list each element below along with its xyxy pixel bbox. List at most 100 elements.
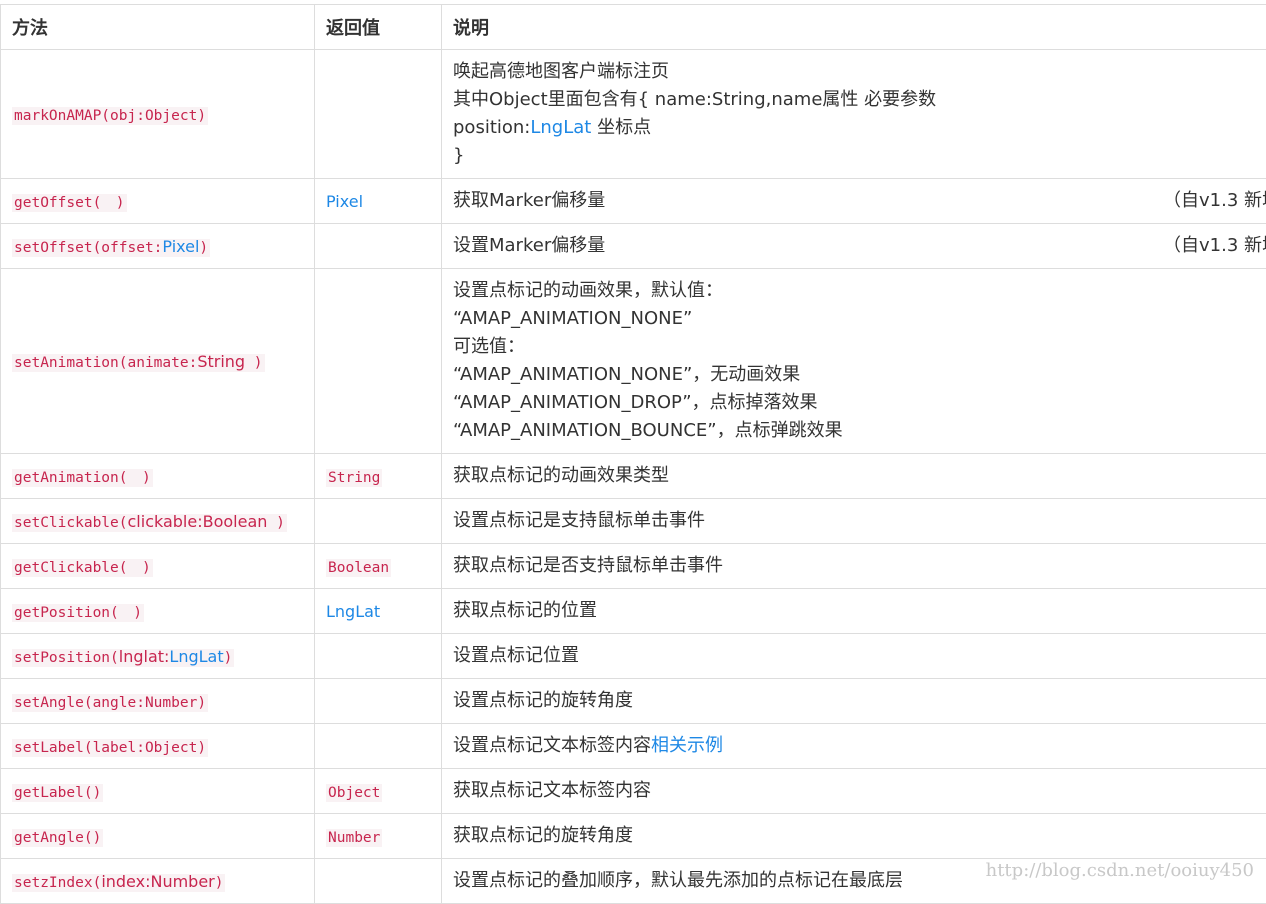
table-row: getPosition( ) LngLat 获取点标记的位置 bbox=[1, 589, 1266, 634]
related-example-link[interactable]: 相关示例 bbox=[651, 735, 723, 756]
description-text: 获取点标记文本标签内容 bbox=[453, 777, 1266, 805]
description-line: “AMAP_ANIMATION_NONE” bbox=[453, 305, 1266, 333]
method-name: setPosition(lnglat:LngLat) bbox=[12, 649, 234, 667]
description-line: 可选值： bbox=[453, 333, 1266, 361]
method-cell: getAngle() bbox=[1, 814, 315, 859]
description-line: } bbox=[453, 142, 1266, 170]
return-cell bbox=[315, 269, 442, 454]
method-cell: setLabel(label:Object) bbox=[1, 724, 315, 769]
header-return: 返回值 bbox=[315, 5, 442, 50]
return-cell bbox=[315, 499, 442, 544]
method-name: getAngle() bbox=[12, 829, 103, 847]
method-cell: getClickable( ) bbox=[1, 544, 315, 589]
method-name: setOffset(offset:Pixel) bbox=[12, 239, 210, 257]
description-cell: 设置点标记位置 bbox=[442, 634, 1266, 679]
table-row: getAnimation( ) String 获取点标记的动画效果类型 bbox=[1, 454, 1266, 499]
description-text: 设置点标记是支持鼠标单击事件 bbox=[453, 507, 1266, 535]
return-cell: String bbox=[315, 454, 442, 499]
method-cell: setOffset(offset:Pixel) bbox=[1, 224, 315, 269]
description-line: “AMAP_ANIMATION_NONE”，无动画效果 bbox=[453, 361, 1266, 389]
method-cell: setzIndex(index:Number) bbox=[1, 859, 315, 904]
table-row: setLabel(label:Object) 设置点标记文本标签内容相关示例 bbox=[1, 724, 1266, 769]
table-row: setPosition(lnglat:LngLat) 设置点标记位置 bbox=[1, 634, 1266, 679]
return-cell bbox=[315, 634, 442, 679]
table-header-row: 方法 返回值 说明 bbox=[1, 5, 1266, 50]
method-name: getPosition( ) bbox=[12, 604, 144, 622]
description-cell: 获取点标记的旋转角度 bbox=[442, 814, 1266, 859]
method-cell: setAngle(angle:Number) bbox=[1, 679, 315, 724]
description-cell: 获取点标记文本标签内容 bbox=[442, 769, 1266, 814]
table-row: getClickable( ) Boolean 获取点标记是否支持鼠标单击事件 bbox=[1, 544, 1266, 589]
return-type-link[interactable]: LngLat bbox=[326, 602, 380, 621]
description-line: “AMAP_ANIMATION_DROP”，点标掉落效果 bbox=[453, 389, 1266, 417]
description-text: 获取点标记是否支持鼠标单击事件 bbox=[453, 552, 1266, 580]
method-name: setAnimation(animate:String ) bbox=[12, 354, 265, 372]
return-type: Boolean bbox=[326, 559, 391, 577]
description-cell: 获取点标记的位置 bbox=[442, 589, 1266, 634]
description-cell: 设置Marker偏移量 （自v1.3 新增 bbox=[442, 224, 1266, 269]
description-text: 获取点标记的旋转角度 bbox=[453, 822, 1266, 850]
description-line: 设置点标记的动画效果，默认值： bbox=[453, 277, 1266, 305]
method-name: getClickable( ) bbox=[12, 559, 153, 577]
description-cell: 设置点标记的动画效果，默认值： “AMAP_ANIMATION_NONE” 可选… bbox=[442, 269, 1266, 454]
method-cell: setClickable(clickable:Boolean ) bbox=[1, 499, 315, 544]
return-cell: Pixel bbox=[315, 179, 442, 224]
method-cell: setPosition(lnglat:LngLat) bbox=[1, 634, 315, 679]
watermark: http://blog.csdn.net/ooiuy450 bbox=[986, 860, 1254, 881]
table-row: setClickable(clickable:Boolean ) 设置点标记是支… bbox=[1, 499, 1266, 544]
method-cell: getPosition( ) bbox=[1, 589, 315, 634]
description-line: 唤起高德地图客户端标注页 bbox=[453, 58, 1266, 86]
description-cell: 获取点标记是否支持鼠标单击事件 bbox=[442, 544, 1266, 589]
description-text: 设置点标记位置 bbox=[453, 642, 1266, 670]
method-name: setAngle(angle:Number) bbox=[12, 694, 208, 712]
table-row: getOffset( ) Pixel 获取Marker偏移量（自v1.3 新增 bbox=[1, 179, 1266, 224]
method-name: setLabel(label:Object) bbox=[12, 739, 208, 757]
table-row: setAngle(angle:Number) 设置点标记的旋转角度 bbox=[1, 679, 1266, 724]
return-cell bbox=[315, 50, 442, 179]
header-description: 说明 bbox=[442, 5, 1266, 50]
method-cell: getLabel() bbox=[1, 769, 315, 814]
return-cell bbox=[315, 224, 442, 269]
description-text: 设置点标记的旋转角度 bbox=[453, 687, 1266, 715]
description-cell: 唤起高德地图客户端标注页 其中Object里面包含有{ name:String,… bbox=[442, 50, 1266, 179]
method-cell: markOnAMAP(obj:Object) bbox=[1, 50, 315, 179]
return-cell: LngLat bbox=[315, 589, 442, 634]
description-text: 获取点标记的动画效果类型 bbox=[453, 462, 1266, 490]
table-row: setOffset(offset:Pixel) 设置Marker偏移量 （自v1.… bbox=[1, 224, 1266, 269]
method-cell: getAnimation( ) bbox=[1, 454, 315, 499]
lnglat-link[interactable]: LngLat bbox=[169, 647, 223, 666]
return-type: Object bbox=[326, 784, 382, 802]
pixel-link[interactable]: Pixel bbox=[162, 237, 199, 256]
return-cell bbox=[315, 679, 442, 724]
table-row: getLabel() Object 获取点标记文本标签内容 bbox=[1, 769, 1266, 814]
description-text: 坐标点 bbox=[591, 117, 651, 138]
description-cell: 获取点标记的动画效果类型 bbox=[442, 454, 1266, 499]
return-type: String bbox=[326, 469, 382, 487]
description-text: 设置Marker偏移量 bbox=[453, 235, 605, 256]
description-text: 获取点标记的位置 bbox=[453, 597, 1266, 625]
description-cell: 设置点标记的旋转角度 bbox=[442, 679, 1266, 724]
description-text: position: bbox=[453, 117, 530, 138]
description-cell: 设置点标记是支持鼠标单击事件 bbox=[442, 499, 1266, 544]
method-name: getAnimation( ) bbox=[12, 469, 153, 487]
lnglat-link[interactable]: LngLat bbox=[530, 117, 591, 138]
header-method: 方法 bbox=[1, 5, 315, 50]
api-method-table: 方法 返回值 说明 markOnAMAP(obj:Object) 唤起高德地图客… bbox=[0, 4, 1266, 904]
method-name: getOffset( ) bbox=[12, 194, 127, 212]
return-cell: Number bbox=[315, 814, 442, 859]
return-cell bbox=[315, 724, 442, 769]
description-text: 获取Marker偏移量 bbox=[453, 190, 605, 211]
description-text: 设置点标记文本标签内容 bbox=[453, 735, 651, 756]
description-cell: 设置点标记文本标签内容相关示例 bbox=[442, 724, 1266, 769]
method-cell: setAnimation(animate:String ) bbox=[1, 269, 315, 454]
return-type-link[interactable]: Pixel bbox=[326, 192, 363, 211]
table-row: setAnimation(animate:String ) 设置点标记的动画效果… bbox=[1, 269, 1266, 454]
table-row: getAngle() Number 获取点标记的旋转角度 bbox=[1, 814, 1266, 859]
method-name: setClickable(clickable:Boolean ) bbox=[12, 514, 287, 532]
return-cell: Object bbox=[315, 769, 442, 814]
method-name: markOnAMAP(obj:Object) bbox=[12, 107, 208, 125]
description-line: 其中Object里面包含有{ name:String,name属性 必要参数 bbox=[453, 86, 1266, 114]
description-cell: 获取Marker偏移量（自v1.3 新增 bbox=[442, 179, 1266, 224]
method-cell: getOffset( ) bbox=[1, 179, 315, 224]
version-note: （自v1.3 新增 bbox=[1163, 232, 1266, 260]
